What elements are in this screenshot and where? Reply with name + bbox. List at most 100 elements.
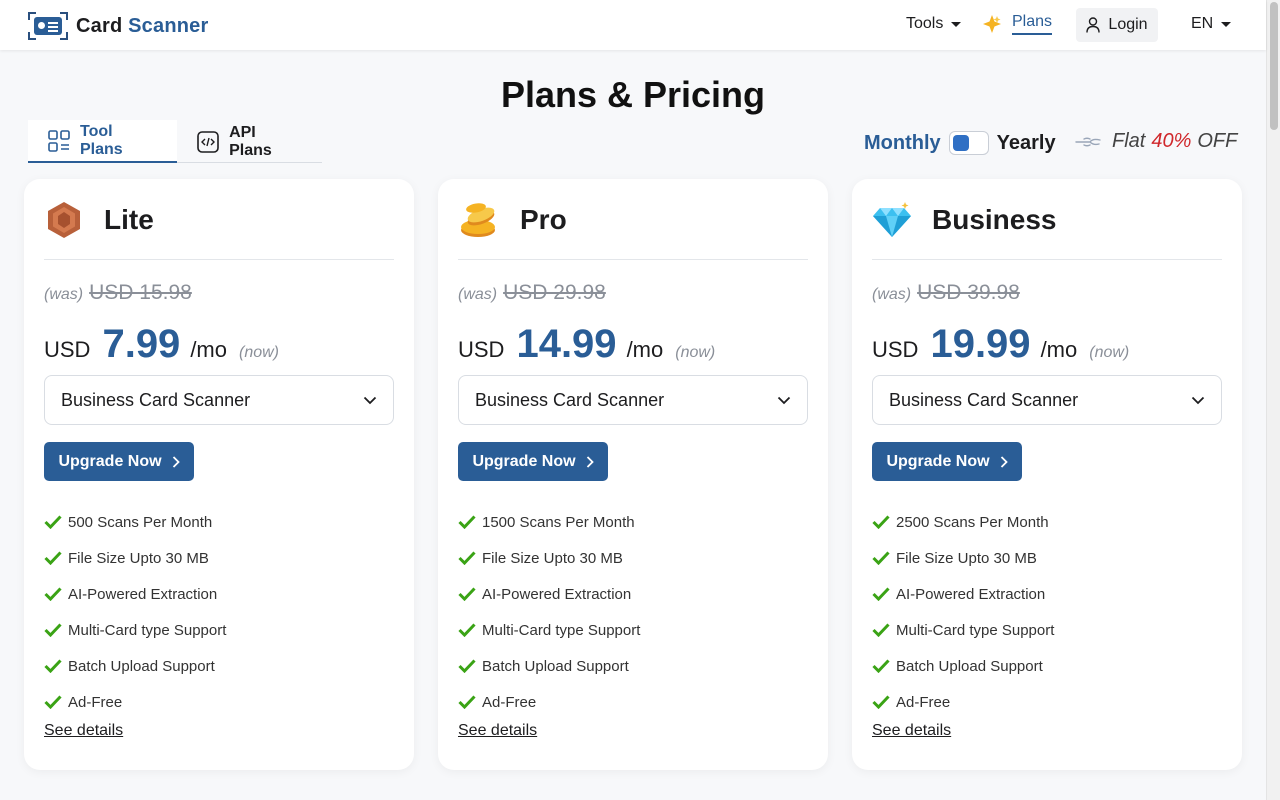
upgrade-now-button[interactable]: Upgrade Now — [458, 442, 608, 481]
yearly-label[interactable]: Yearly — [997, 132, 1056, 155]
checkmark-icon — [872, 551, 890, 565]
current-price: USD 7.99 /mo (now) — [44, 322, 279, 367]
page-title: Plans & Pricing — [500, 74, 766, 115]
login-label: Login — [1108, 16, 1148, 33]
feature-item: AI-Powered Extraction — [872, 576, 1054, 612]
feature-item: Batch Upload Support — [872, 648, 1054, 684]
old-price: (was) USD 29.98 — [458, 281, 606, 305]
old-price: (was) USD 39.98 — [872, 281, 1020, 305]
checkmark-icon — [458, 623, 476, 637]
chevron-down-icon — [363, 396, 377, 405]
checkmark-icon — [44, 551, 62, 565]
nav-plans-link[interactable]: Plans — [982, 13, 1053, 35]
scrollbar-thumb[interactable] — [1270, 2, 1278, 130]
divider — [458, 259, 808, 260]
checkmark-icon — [44, 623, 62, 637]
grid-icon — [48, 129, 70, 152]
upgrade-now-button[interactable]: Upgrade Now — [44, 442, 194, 481]
feature-text: Multi-Card type Support — [68, 621, 227, 639]
feature-text: Multi-Card type Support — [482, 621, 641, 639]
see-details-link[interactable]: See details — [458, 722, 537, 740]
feature-text: Batch Upload Support — [68, 657, 215, 675]
see-details-link[interactable]: See details — [44, 722, 123, 740]
product-select[interactable]: Business Card Scanner — [872, 375, 1222, 425]
now-label: (now) — [1089, 344, 1130, 361]
login-button[interactable]: Login — [1076, 8, 1158, 42]
checkmark-icon — [458, 695, 476, 709]
plan-name: Lite — [104, 204, 154, 235]
tab-tool-plans[interactable]: Tool Plans — [28, 120, 178, 163]
logo[interactable]: Card Scanner — [28, 11, 208, 41]
upgrade-now-label: Upgrade Now — [886, 452, 990, 470]
checkmark-icon — [458, 659, 476, 673]
yearly-discount-note: Flat 40% OFF — [1074, 130, 1237, 153]
feature-item: 500 Scans Per Month — [44, 504, 226, 540]
nav-tools-dropdown[interactable]: Tools — [906, 15, 962, 33]
feature-item: File Size Upto 30 MB — [44, 540, 226, 576]
card-scanner-logo-icon — [28, 12, 68, 40]
feature-item: Ad-Free — [44, 684, 226, 720]
price-period: /mo — [190, 337, 227, 362]
checkmark-icon — [44, 659, 62, 673]
was-label: (was) — [872, 286, 912, 303]
price-amount: 7.99 — [102, 322, 181, 366]
language-label: EN — [1191, 15, 1214, 32]
upgrade-now-label: Upgrade Now — [58, 452, 162, 470]
feature-item: Multi-Card type Support — [458, 612, 640, 648]
pointing-hand-icon — [1074, 134, 1102, 150]
chevron-down-icon — [777, 396, 791, 405]
checkmark-icon — [458, 587, 476, 601]
feature-item: 2500 Scans Per Month — [872, 504, 1054, 540]
plan-type-tabs: Tool Plans API Plans — [28, 120, 322, 163]
upgrade-now-button[interactable]: Upgrade Now — [872, 442, 1022, 481]
product-select[interactable]: Business Card Scanner — [44, 375, 394, 425]
nav-tools-label: Tools — [906, 15, 944, 32]
feature-item: Ad-Free — [458, 684, 640, 720]
top-header: Card Scanner Tools Plans Login EN — [0, 0, 1266, 50]
feature-text: File Size Upto 30 MB — [896, 549, 1037, 567]
checkmark-icon — [458, 515, 476, 529]
checkmark-icon — [44, 695, 62, 709]
billing-period-toggle: Monthly Yearly — [864, 130, 1056, 156]
feature-text: AI-Powered Extraction — [482, 585, 632, 603]
offer-suffix: OFF — [1197, 130, 1238, 152]
plan-name: Pro — [520, 204, 567, 235]
current-price: USD 19.99 /mo (now) — [872, 322, 1129, 367]
plan-header: Business — [872, 197, 1057, 243]
offer-prefix: Flat — [1112, 130, 1146, 152]
old-price-value: USD 15.98 — [89, 281, 192, 304]
chevron-right-icon — [1000, 455, 1008, 468]
user-icon — [1086, 17, 1101, 33]
checkmark-icon — [44, 587, 62, 601]
price-period: /mo — [626, 337, 664, 362]
feature-item: 1500 Scans Per Month — [458, 504, 640, 540]
feature-item: File Size Upto 30 MB — [872, 540, 1054, 576]
currency: USD — [458, 337, 505, 362]
vertical-scrollbar[interactable] — [1266, 0, 1280, 800]
monthly-label[interactable]: Monthly — [864, 132, 941, 155]
feature-text: Multi-Card type Support — [896, 621, 1055, 639]
feature-item: AI-Powered Extraction — [458, 576, 640, 612]
feature-list: 2500 Scans Per Month File Size Upto 30 M… — [872, 504, 1054, 720]
feature-text: AI-Powered Extraction — [896, 585, 1046, 603]
gold-coins-icon — [458, 200, 500, 240]
tab-tool-plans-label: Tool Plans — [80, 122, 123, 158]
plan-card-lite: Lite (was) USD 15.98 USD 7.99 /mo (now) … — [24, 179, 414, 770]
feature-item: Multi-Card type Support — [44, 612, 226, 648]
feature-list: 1500 Scans Per Month File Size Upto 30 M… — [458, 504, 640, 720]
caret-down-icon — [951, 21, 962, 27]
language-dropdown[interactable]: EN — [1191, 15, 1232, 33]
logo-word-scanner: Scanner — [128, 14, 209, 37]
price-amount: 14.99 — [516, 322, 617, 366]
billing-switch[interactable] — [948, 131, 989, 155]
logo-word-card: Card — [76, 14, 123, 37]
see-details-link[interactable]: See details — [872, 722, 951, 740]
logo-text: Card Scanner — [76, 15, 208, 38]
product-select-value: Business Card Scanner — [889, 389, 1079, 410]
currency: USD — [872, 337, 919, 362]
tab-api-plans[interactable]: API Plans — [177, 120, 322, 163]
checkmark-icon — [872, 695, 890, 709]
divider — [872, 259, 1222, 260]
chevron-right-icon — [586, 455, 594, 468]
product-select[interactable]: Business Card Scanner — [458, 375, 808, 425]
